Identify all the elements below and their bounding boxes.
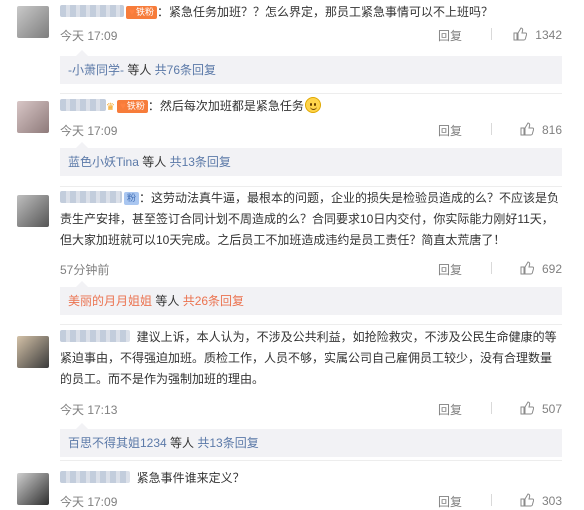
like-count: 1342 — [535, 28, 562, 42]
subreply-arrow — [76, 142, 88, 148]
reply-count-link[interactable]: 共13条回复 — [197, 436, 258, 450]
reply-button[interactable]: 回复 — [438, 261, 462, 278]
heart-icon: ♥ — [119, 101, 126, 112]
reply-user-link[interactable]: -小萧同学- — [68, 63, 124, 77]
username-link[interactable] — [60, 471, 130, 483]
like-button[interactable]: 692 — [520, 261, 562, 276]
reply-user-link[interactable]: 百思不得其姐1234 — [68, 436, 167, 450]
like-button[interactable]: 507 — [520, 401, 562, 416]
fan-badge: ♥铁粉 — [116, 100, 148, 113]
comment-text: 建议上诉，本人认为，不涉及公共利益，如抢险救灾，不涉及公民生命健康的等紧迫事由，… — [60, 330, 557, 386]
comment-meta: 今天 17:13 回复 507 — [60, 401, 562, 417]
reply-button[interactable]: 回复 — [438, 401, 462, 418]
avatar[interactable] — [17, 6, 49, 38]
comment-content: 建议上诉，本人认为，不涉及公共利益，如抢险救灾，不涉及公民生命健康的等紧迫事由，… — [60, 327, 562, 390]
reply-summary[interactable]: 百思不得其姐1234 等人 共13条回复 — [60, 423, 562, 457]
comment-time: 57分钟前 — [60, 263, 110, 277]
subreply-arrow — [76, 423, 88, 429]
reply-button[interactable]: 回复 — [438, 122, 462, 139]
reply-count-link[interactable]: 共76条回复 — [155, 63, 216, 77]
like-button[interactable]: 816 — [520, 122, 562, 137]
username-link[interactable] — [60, 191, 122, 203]
avatar[interactable] — [17, 336, 49, 368]
avatar[interactable] — [17, 195, 49, 227]
fan-badge: ♥铁粉 — [126, 6, 157, 19]
reply-user-link[interactable]: 美丽的月月姐姐 — [68, 294, 152, 308]
comment-meta: 今天 17:09 回复 1342 — [60, 27, 562, 43]
username-link[interactable] — [60, 99, 106, 111]
comment-time: 今天 17:13 — [60, 403, 118, 417]
username-link[interactable] — [60, 330, 130, 342]
fan-badge: 粉 — [124, 192, 140, 205]
comment-meta: 57分钟前 回复 692 — [60, 261, 562, 277]
comment-meta: 今天 17:09 回复 816 — [60, 122, 562, 138]
thumbs-up-icon — [520, 261, 534, 275]
divider — [491, 402, 492, 414]
like-count: 303 — [541, 494, 562, 508]
comment-content: ♥铁粉 ：紧急任务加班？？怎么界定，那员工紧急事情可以不上班吗？ — [60, 2, 562, 23]
like-count: 816 — [541, 123, 562, 137]
divider — [60, 186, 562, 187]
avatar[interactable] — [17, 473, 49, 505]
divider — [491, 28, 492, 40]
divider — [491, 262, 492, 274]
subreply-arrow — [76, 281, 88, 287]
comment-time: 今天 17:09 — [60, 29, 118, 43]
like-count: 507 — [541, 402, 562, 416]
thumbs-up-icon — [520, 493, 534, 507]
divider — [60, 460, 562, 461]
thumbs-up-icon — [513, 27, 528, 41]
like-button[interactable]: 1342 — [513, 27, 562, 42]
thumbs-up-icon — [520, 122, 534, 136]
comment-meta: 今天 17:09 回复 303 — [60, 493, 562, 509]
divider — [491, 494, 492, 506]
comment-content: 紧急事件谁来定义？ — [60, 468, 562, 489]
like-count: 692 — [541, 262, 562, 276]
subreply-arrow — [76, 50, 88, 56]
reply-count-link[interactable]: 共13条回复 — [170, 155, 231, 169]
reply-summary[interactable]: -小萧同学- 等人 共76条回复 — [60, 50, 562, 84]
avatar[interactable] — [17, 101, 49, 133]
comment-content: 粉：这劳动法真牛逼，最根本的问题，企业的损失是检验员造成的么？不应该是负责生产安… — [60, 188, 562, 251]
comment-text: ：紧急任务加班？？怎么界定，那员工紧急事情可以不上班吗？ — [156, 5, 493, 19]
like-button[interactable]: 303 — [520, 493, 562, 508]
reply-button[interactable]: 回复 — [438, 27, 462, 44]
reply-suffix: 等人 — [166, 436, 198, 450]
thumbs-up-icon — [520, 401, 534, 415]
reply-button[interactable]: 回复 — [438, 493, 462, 510]
comment-text: ：然后每次加班都是紧急任务 — [147, 99, 304, 113]
divider — [491, 123, 492, 135]
divider — [60, 324, 562, 325]
reply-summary[interactable]: 美丽的月月姐姐 等人 共26条回复 — [60, 281, 562, 315]
smile-emoji-icon — [304, 97, 321, 113]
reply-count-link[interactable]: 共26条回复 — [183, 294, 244, 308]
divider — [60, 93, 562, 94]
reply-summary[interactable]: 蓝色小妖Tina 等人 共13条回复 — [60, 142, 562, 176]
reply-suffix: 等人 — [138, 155, 170, 169]
reply-suffix: 等人 — [152, 294, 183, 308]
comment-content: ♛ ♥铁粉 ：然后每次加班都是紧急任务 — [60, 96, 562, 118]
reply-user-link[interactable]: 蓝色小妖Tina — [68, 155, 139, 169]
comment-time: 今天 17:09 — [60, 124, 118, 138]
crown-icon: ♛ — [106, 102, 115, 113]
username-link[interactable] — [60, 5, 124, 17]
heart-icon: ♥ — [129, 7, 135, 18]
comment-time: 今天 17:09 — [60, 495, 118, 509]
comment-text: 紧急事件谁来定义？ — [136, 471, 245, 485]
reply-suffix: 等人 — [124, 63, 155, 77]
